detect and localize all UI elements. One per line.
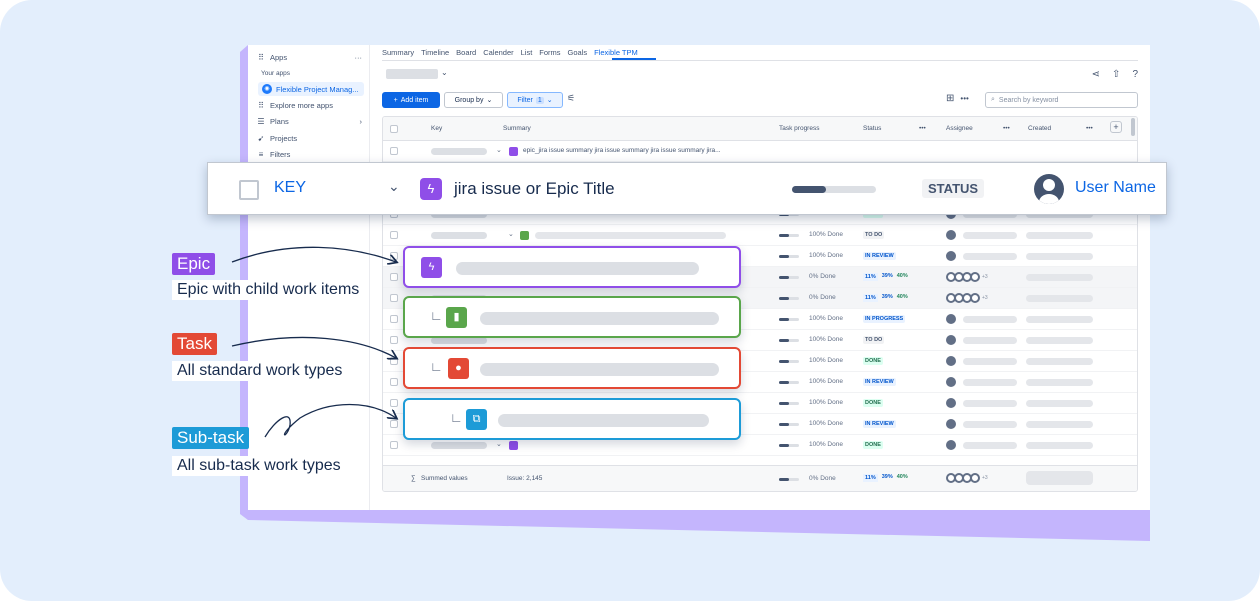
- epic-description: Epic with child work items: [172, 280, 365, 300]
- subtask-description: All sub-task work types: [172, 456, 346, 476]
- subtask-tag: Sub-task: [172, 427, 250, 449]
- epic-tag: Epic: [172, 253, 216, 275]
- task-tag: Task: [172, 333, 217, 355]
- annotation-arrows: [231, 246, 1260, 438]
- task-description: All standard work types: [172, 361, 348, 381]
